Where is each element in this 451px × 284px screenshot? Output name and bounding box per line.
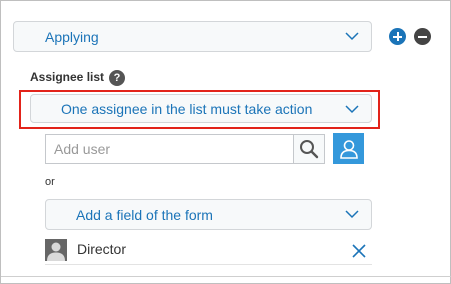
- entity-divider: [45, 264, 372, 265]
- or-separator: or: [45, 176, 55, 188]
- assignee-condition-dropdown[interactable]: One assignee in the list must take actio…: [30, 94, 372, 123]
- status-dropdown[interactable]: Applying: [13, 21, 372, 52]
- bottom-divider: [1, 276, 451, 277]
- chevron-down-icon: [345, 210, 359, 219]
- chevron-down-icon: [345, 32, 359, 41]
- status-dropdown-label: Applying: [45, 28, 99, 45]
- close-icon[interactable]: [352, 244, 366, 258]
- form-field-dropdown-label: Add a field of the form: [76, 206, 213, 223]
- assignee-list-title: Assignee list: [30, 70, 105, 84]
- chevron-down-icon: [345, 105, 359, 114]
- assignee-entity-row: Director: [45, 237, 372, 265]
- add-user-input[interactable]: [45, 134, 294, 164]
- search-icon: [300, 140, 319, 159]
- user-search-button[interactable]: [293, 134, 325, 164]
- assignee-entity-name: Director: [77, 241, 127, 257]
- add-status-button[interactable]: [389, 28, 406, 45]
- user-avatar-icon: [45, 239, 67, 261]
- assignee-condition-label: One assignee in the list must take actio…: [61, 100, 313, 117]
- user-picker-button[interactable]: [333, 133, 364, 164]
- remove-status-button[interactable]: [414, 28, 431, 45]
- help-icon[interactable]: ?: [109, 70, 125, 86]
- process-step-panel: Applying Assignee list ? One assignee in…: [0, 0, 451, 284]
- form-field-dropdown[interactable]: Add a field of the form: [45, 199, 372, 230]
- user-icon: [339, 139, 358, 159]
